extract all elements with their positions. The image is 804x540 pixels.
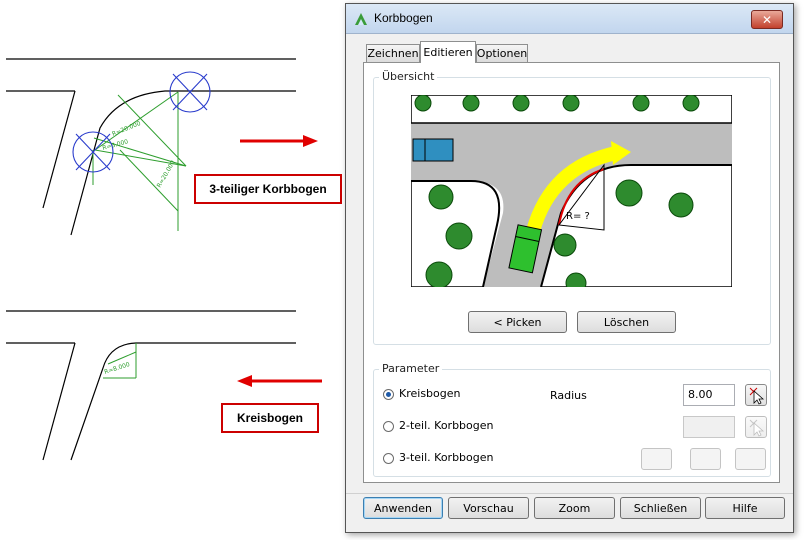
bottom-intersection-lines bbox=[6, 310, 296, 461]
zoom-button[interactable]: Zoom bbox=[534, 497, 615, 519]
overview-preview: R= ? bbox=[411, 95, 732, 287]
construction-circles-blue bbox=[72, 71, 211, 173]
korbbogen3-field-1[interactable] bbox=[641, 448, 672, 470]
app-icon bbox=[355, 13, 367, 25]
dim-label-1: R=20.000 bbox=[111, 120, 142, 138]
top-intersection-lines bbox=[6, 58, 296, 236]
apply-button-label: Anwenden bbox=[374, 501, 432, 515]
radio-3teil-korbbogen[interactable] bbox=[383, 453, 394, 464]
korbbogen3-field-3[interactable] bbox=[735, 448, 766, 470]
label-2teil-korbbogen: 2-teil. Korbbogen bbox=[399, 419, 494, 432]
tab-zeichnen[interactable]: Zeichnen bbox=[366, 44, 420, 62]
pick-cursor-icon bbox=[749, 387, 765, 405]
korbbogen3-field-2[interactable] bbox=[690, 448, 721, 470]
pick-cursor-icon bbox=[749, 419, 765, 437]
delete-button[interactable]: Löschen bbox=[577, 311, 676, 333]
tab-panel-editieren: Übersicht R= ? < Picken Löschen Paramete… bbox=[363, 62, 780, 483]
korbbogen2-input[interactable] bbox=[683, 416, 735, 438]
preview-button-label: Vorschau bbox=[463, 501, 514, 515]
close-button[interactable]: Schließen bbox=[620, 497, 701, 519]
radio-kreisbogen[interactable] bbox=[383, 389, 394, 400]
close-icon: ✕ bbox=[761, 12, 773, 27]
footer-separator bbox=[346, 493, 793, 494]
dim-label-3: R=20.000 bbox=[156, 159, 177, 189]
parameter-group: Parameter Kreisbogen Radius 8.00 2-teil.… bbox=[373, 362, 771, 477]
delete-button-label: Löschen bbox=[603, 315, 650, 329]
radius-pick-button[interactable] bbox=[745, 384, 767, 406]
close-button-label: Schließen bbox=[633, 501, 688, 515]
tab-editieren[interactable]: Editieren bbox=[420, 41, 476, 63]
radius-value: 8.00 bbox=[688, 388, 713, 401]
radius-input[interactable]: 8.00 bbox=[683, 384, 735, 406]
callout-kreisbogen: Kreisbogen bbox=[221, 403, 319, 433]
radius-label: Radius bbox=[550, 389, 587, 402]
label-3teil-korbbogen: 3-teil. Korbbogen bbox=[399, 451, 494, 464]
korbbogen2-pick-button[interactable] bbox=[745, 416, 767, 438]
tab-label: Editieren bbox=[423, 46, 473, 59]
cad-drawing: R=20.000 R=8.000 R=20.000 R=8.000 bbox=[6, 58, 322, 461]
pick-button-label: < Picken bbox=[493, 315, 542, 329]
label-kreisbogen: Kreisbogen bbox=[399, 387, 461, 400]
overview-legend: Übersicht bbox=[379, 70, 438, 83]
dim-label-2: R=8.000 bbox=[102, 138, 129, 152]
window-title: Korbbogen bbox=[374, 11, 433, 25]
blue-car bbox=[412, 138, 454, 162]
apply-button[interactable]: Anwenden bbox=[363, 497, 443, 519]
dim-label-4: R=8.000 bbox=[103, 361, 130, 376]
help-button[interactable]: Hilfe bbox=[705, 497, 785, 519]
preview-button[interactable]: Vorschau bbox=[448, 497, 529, 519]
tab-optionen[interactable]: Optionen bbox=[476, 44, 528, 62]
zoom-button-label: Zoom bbox=[558, 501, 591, 515]
radio-2teil-korbbogen[interactable] bbox=[383, 421, 394, 432]
radius-unknown-label: R= ? bbox=[566, 211, 590, 222]
callout-korbbogen: 3-teiliger Korbbogen bbox=[194, 174, 342, 204]
tab-label: Zeichnen bbox=[367, 47, 419, 60]
cad-illustration: R=20.000 R=8.000 R=20.000 R=8.000 3-teil… bbox=[0, 0, 345, 537]
red-arrows bbox=[237, 135, 322, 387]
tab-label: Optionen bbox=[476, 47, 528, 60]
pick-button[interactable]: < Picken bbox=[468, 311, 567, 333]
help-button-label: Hilfe bbox=[732, 501, 758, 515]
korbbogen-dialog: Korbbogen ✕ Zeichnen Editieren Optionen … bbox=[345, 3, 794, 533]
title-bar[interactable]: Korbbogen ✕ bbox=[346, 4, 793, 34]
parameter-legend: Parameter bbox=[379, 362, 443, 375]
overview-group: Übersicht R= ? < Picken Löschen bbox=[373, 70, 771, 345]
close-window-button[interactable]: ✕ bbox=[751, 10, 783, 29]
